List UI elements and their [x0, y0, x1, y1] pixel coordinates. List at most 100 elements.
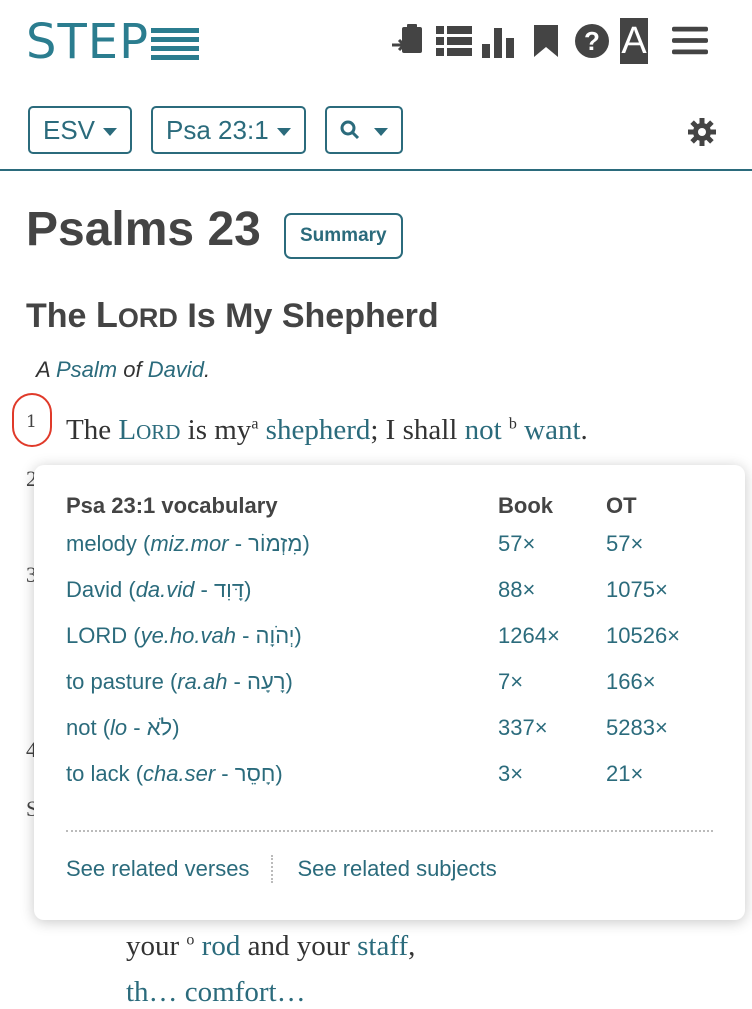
- verse-4-next-line: th… comfort…: [126, 976, 306, 1008]
- see-related-verses-link[interactable]: See related verses: [66, 856, 249, 882]
- subtitle-dot: .: [203, 357, 211, 382]
- vocab-gloss: melody (: [66, 531, 151, 556]
- chevron-down-icon: [373, 127, 388, 136]
- verse-word-your: your: [126, 930, 180, 962]
- bar-chart-icon[interactable]: [482, 19, 518, 63]
- vocab-word-link[interactable]: LORD (ye.ho.vah - יְהֹוָה): [66, 623, 498, 669]
- vocab-sep: -: [227, 669, 247, 694]
- heading-rest: Is My Shepherd: [177, 297, 439, 335]
- vocab-hebrew: דָּוִד: [213, 577, 245, 602]
- verse-number[interactable]: 1: [26, 412, 37, 432]
- vocab-transliteration: da.vid: [135, 577, 195, 602]
- vocab-hebrew: חָסֵר: [234, 761, 276, 786]
- vocab-word-link[interactable]: to pasture (ra.ah - רָעָה): [66, 669, 498, 715]
- vocab-row: David (da.vid - דָּוִד) 88× 1075×: [66, 577, 716, 623]
- vocab-row: LORD (ye.ho.vah - יְהֹוָה) 1264× 10526×: [66, 623, 716, 669]
- vocab-close: ): [294, 623, 302, 648]
- passage-toolbar: ESV Psa 23:1: [28, 106, 403, 154]
- vocab-transliteration: miz.mor: [150, 531, 229, 556]
- vocabulary-table: Psa 23:1 vocabulary Book OT melody (miz.…: [66, 493, 716, 807]
- word-want-link[interactable]: want: [524, 414, 580, 446]
- vocab-ot-count[interactable]: 166×: [606, 669, 716, 715]
- svg-text:?: ?: [584, 26, 600, 56]
- vocab-gloss: to lack (: [66, 761, 144, 786]
- vocab-word-link[interactable]: not (lo - לֹא): [66, 715, 498, 761]
- chevron-down-icon: [276, 127, 291, 136]
- vocab-transliteration: cha.ser: [143, 761, 216, 786]
- popup-divider: [66, 830, 713, 832]
- logo-bars-icon: [151, 28, 200, 60]
- help-icon[interactable]: ?: [574, 19, 610, 63]
- heading-lord-initial: L: [95, 294, 118, 335]
- vocab-sep: -: [228, 531, 249, 556]
- search-icon: [340, 120, 359, 140]
- hamburger-menu-icon[interactable]: [672, 19, 708, 63]
- word-rod-link[interactable]: rod: [202, 930, 241, 962]
- vocab-book-count[interactable]: 3×: [498, 761, 606, 807]
- vocab-gloss: LORD (: [66, 623, 141, 648]
- vocab-close: ): [275, 761, 283, 786]
- vocab-hebrew: יְהֹוָה: [255, 623, 295, 648]
- vocab-ot-count[interactable]: 1075×: [606, 577, 716, 623]
- vocab-close: ): [244, 577, 252, 602]
- chevron-down-icon: [103, 127, 118, 136]
- word-psalm-link[interactable]: Psalm: [56, 357, 117, 382]
- see-related-subjects-link[interactable]: See related subjects: [297, 856, 496, 882]
- version-dropdown[interactable]: ESV: [28, 106, 133, 154]
- col-ot-header: OT: [606, 493, 637, 518]
- footnote-a[interactable]: a: [251, 415, 258, 432]
- bookmark-icon[interactable]: [528, 19, 564, 63]
- word-lord-initial[interactable]: L: [118, 414, 136, 446]
- vocab-title: Psa 23:1 vocabulary: [66, 493, 278, 518]
- word-shepherd-link[interactable]: shepherd: [266, 414, 371, 446]
- logo-text: STEP: [26, 14, 150, 70]
- popup-links: See related verses See related subjects: [66, 855, 497, 883]
- verse-word-i-shall: ; I shall: [370, 414, 465, 446]
- list-icon[interactable]: [436, 19, 472, 63]
- copy-to-clipboard-icon[interactable]: [390, 19, 426, 63]
- font-a-icon[interactable]: A: [620, 18, 648, 64]
- vocab-word-link[interactable]: to lack (cha.ser - חָסֵר): [66, 761, 498, 807]
- verse-word: The: [66, 414, 119, 446]
- vocab-book-count[interactable]: 337×: [498, 715, 606, 761]
- footnote-o[interactable]: o: [186, 931, 194, 948]
- footnote-b[interactable]: b: [509, 415, 517, 432]
- heading-the: The: [26, 297, 96, 335]
- subtitle-of: of: [117, 357, 148, 382]
- word-staff-link[interactable]: staff: [357, 930, 408, 962]
- vocab-book-count[interactable]: 88×: [498, 577, 606, 623]
- verse-period: .: [580, 414, 588, 446]
- word-lord-rest[interactable]: ORD: [136, 420, 180, 444]
- vocab-transliteration: ra.ah: [177, 669, 228, 694]
- subtitle-a: A: [36, 357, 56, 382]
- vocab-sep: -: [215, 761, 235, 786]
- summary-button[interactable]: Summary: [284, 213, 403, 259]
- step-logo[interactable]: STEP: [26, 14, 200, 70]
- gear-icon[interactable]: [688, 118, 716, 151]
- verse-1-text: The LORD is mya shepherd; I shall not b …: [66, 414, 588, 447]
- vocab-ot-count[interactable]: 57×: [606, 531, 716, 577]
- vocab-book-count[interactable]: 7×: [498, 669, 606, 715]
- section-heading: The LORD Is My Shepherd: [26, 294, 439, 336]
- vocab-ot-count[interactable]: 10526×: [606, 623, 716, 669]
- vocab-gloss: not (: [66, 715, 111, 740]
- vocab-gloss: to pasture (: [66, 669, 178, 694]
- vocab-word-link[interactable]: David (da.vid - דָּוִד): [66, 577, 498, 623]
- vocab-ot-count[interactable]: 5283×: [606, 715, 716, 761]
- reference-label: Psa 23:1: [166, 114, 269, 145]
- toolbar-divider: [0, 169, 752, 171]
- vocab-book-count[interactable]: 1264×: [498, 623, 606, 669]
- search-dropdown[interactable]: [324, 106, 403, 154]
- vocab-word-link[interactable]: melody (miz.mor - מִזְמוֹר): [66, 531, 498, 577]
- word-not-link[interactable]: not: [465, 414, 502, 446]
- vocab-row: to pasture (ra.ah - רָעָה) 7× 166×: [66, 669, 716, 715]
- vocab-ot-count[interactable]: 21×: [606, 761, 716, 807]
- vocab-book-count[interactable]: 57×: [498, 531, 606, 577]
- word-david-link[interactable]: David: [148, 357, 204, 382]
- reference-dropdown[interactable]: Psa 23:1: [151, 106, 306, 154]
- header-icon-bar: ? A: [390, 18, 708, 64]
- vocab-sep: -: [194, 577, 214, 602]
- vocab-row: melody (miz.mor - מִזְמוֹר) 57× 57×: [66, 531, 716, 577]
- verse-word-is: is my: [180, 414, 252, 446]
- vocab-close: ): [302, 531, 310, 556]
